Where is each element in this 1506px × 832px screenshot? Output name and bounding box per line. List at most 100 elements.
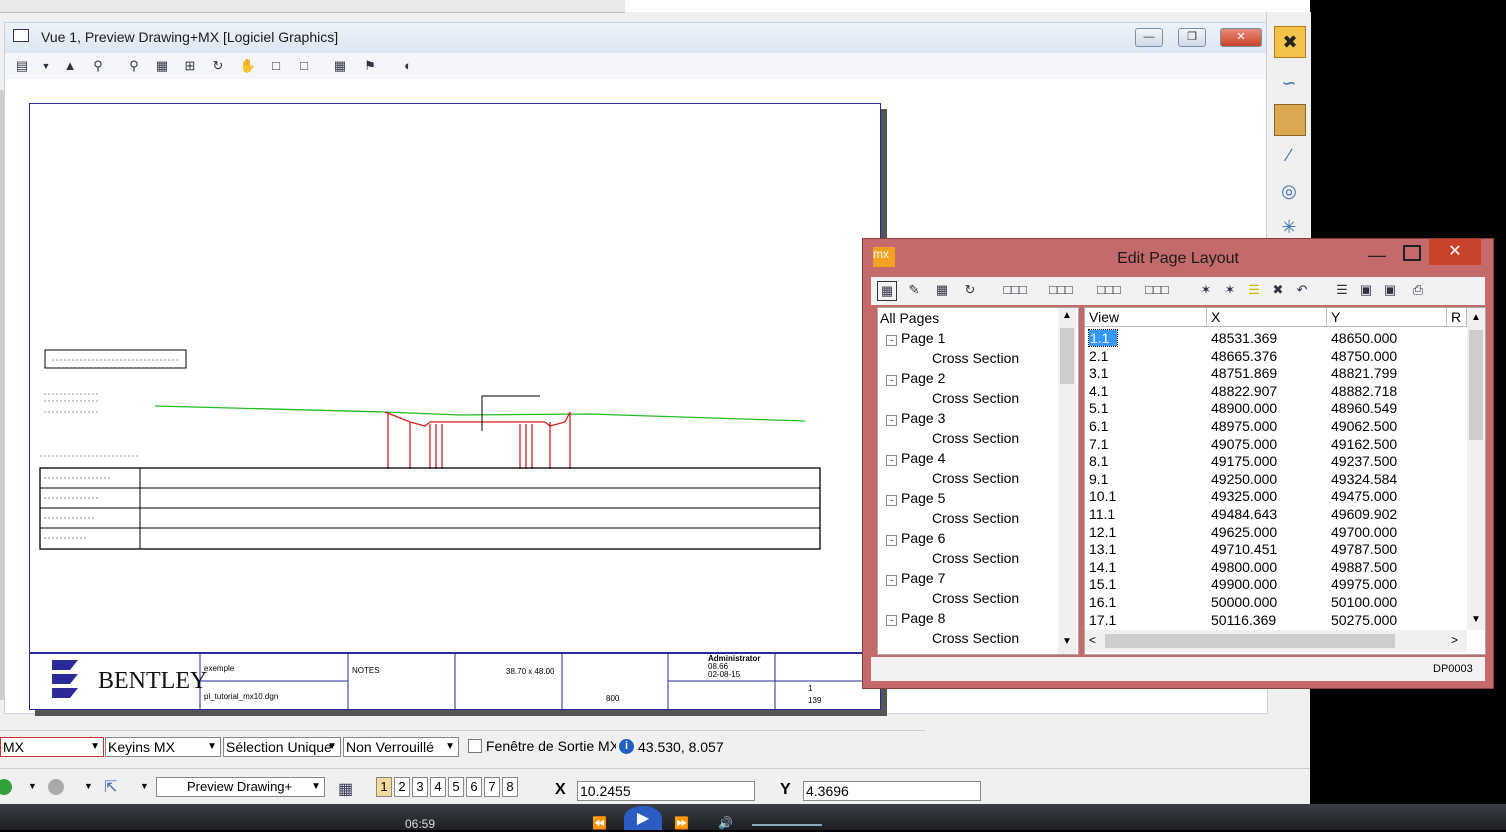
tree-cross-section-node[interactable]: Cross Section — [932, 628, 1019, 648]
tree-collapse-icon[interactable]: - — [886, 495, 897, 506]
zoom-in-icon[interactable]: ⚲ — [89, 57, 107, 75]
sheet-button-2[interactable]: 2 — [394, 777, 410, 797]
table-row[interactable]: 8.1 49175.000 49237.500 — [1085, 453, 1465, 471]
refresh-icon[interactable]: ↻ — [961, 281, 979, 299]
sheet-button-8[interactable]: 8 — [502, 777, 518, 797]
back-icon[interactable] — [0, 779, 12, 795]
grid-icon[interactable]: ▦ — [933, 281, 951, 299]
column-header-x[interactable]: X — [1207, 308, 1327, 327]
table-row[interactable]: 1.1 48531.369 48650.000 — [1085, 329, 1465, 348]
column-header-view[interactable]: View — [1085, 308, 1207, 327]
volume-slider[interactable] — [752, 824, 822, 826]
table-row[interactable]: 15.1 49900.000 49975.000 — [1085, 576, 1465, 594]
edit-icon[interactable]: ✎ — [905, 281, 923, 299]
target-tool-icon[interactable]: ◎ — [1274, 176, 1304, 206]
layout-3-icon[interactable]: □□□ — [1089, 281, 1129, 299]
update-view-icon[interactable]: ▲ — [61, 57, 79, 75]
tree-scroll-thumb[interactable] — [1060, 328, 1074, 384]
pan-view-icon[interactable]: ✋ — [239, 57, 257, 75]
tree-root[interactable]: All Pages — [880, 308, 939, 328]
sheet-button-5[interactable]: 5 — [448, 777, 464, 797]
dialog-minimize-button[interactable]: — — [1368, 245, 1386, 266]
table-row[interactable]: 13.1 49710.451 49787.500 — [1085, 541, 1465, 559]
layout-2-icon[interactable]: □□□ — [1041, 281, 1081, 299]
table-row[interactable]: 11.1 49484.643 49609.902 — [1085, 506, 1465, 524]
tree-page-node[interactable]: - Page 8 — [886, 608, 945, 628]
views-icon[interactable]: ▦ — [338, 779, 353, 799]
sheet-button-3[interactable]: 3 — [412, 777, 428, 797]
copy-view-icon[interactable]: ▦ — [331, 57, 349, 75]
tree-page-node[interactable]: - Page 4 — [886, 448, 945, 468]
view-next-icon[interactable]: □ — [295, 57, 313, 75]
tree-cross-section-node[interactable]: Cross Section — [932, 388, 1019, 408]
view-attributes-icon[interactable]: ⚑ — [361, 57, 379, 75]
tree-page-node[interactable]: - Page 6 — [886, 528, 945, 548]
highlight-icon[interactable]: ☰ — [1245, 281, 1263, 299]
tree-collapse-icon[interactable]: - — [886, 375, 897, 386]
y-coordinate-field[interactable]: 4.3696 — [803, 781, 981, 801]
grid-hscroll-thumb[interactable] — [1105, 634, 1395, 648]
tree-page-node[interactable]: - Page 1 — [886, 328, 945, 348]
table-row[interactable]: 10.1 49325.000 49475.000 — [1085, 488, 1465, 506]
tree-page-node[interactable]: - Page 3 — [886, 408, 945, 428]
grid-vscrollbar[interactable]: ▲ ▼ — [1467, 308, 1485, 630]
sheet-button-4[interactable]: 4 — [430, 777, 446, 797]
split-alt-icon[interactable]: ✶ — [1221, 281, 1239, 299]
split-icon[interactable]: ✶ — [1197, 281, 1215, 299]
table-row[interactable]: 12.1 49625.000 49700.000 — [1085, 524, 1465, 542]
curve-tool-icon[interactable]: ∽ — [1274, 68, 1304, 98]
grid-scroll-thumb[interactable] — [1469, 330, 1483, 440]
restore-button[interactable]: ❐ — [1178, 28, 1206, 47]
line-tool-icon[interactable]: ∕ — [1274, 140, 1304, 170]
view-previous-icon[interactable]: □ — [267, 57, 285, 75]
tree-page-node[interactable]: - Page 2 — [886, 368, 945, 388]
align-icon[interactable]: ☰ — [1333, 281, 1351, 299]
tool-settings-icon[interactable]: ✖ — [1274, 26, 1306, 58]
tree-collapse-icon[interactable]: - — [886, 335, 897, 346]
pointer-icon[interactable]: ⇱ — [104, 777, 117, 797]
table-row[interactable]: 3.1 48751.869 48821.799 — [1085, 365, 1465, 383]
tree-collapse-icon[interactable]: - — [886, 615, 897, 626]
tree-collapse-icon[interactable]: - — [886, 575, 897, 586]
tree-cross-section-node[interactable]: Cross Section — [932, 468, 1019, 488]
chevron-down-icon[interactable]: ▼ — [37, 57, 55, 75]
tree-cross-section-node[interactable]: Cross Section — [932, 548, 1019, 568]
print-icon[interactable]: ⎙ — [1409, 281, 1427, 299]
output-window-checkbox[interactable] — [468, 739, 482, 753]
tree-page-node[interactable]: - Page 5 — [886, 488, 945, 508]
sheet-button-1[interactable]: 1 — [376, 777, 392, 797]
merge-icon[interactable]: ✖ — [1269, 281, 1287, 299]
column-header-y[interactable]: Y — [1327, 308, 1447, 327]
sheet-button-6[interactable]: 6 — [466, 777, 482, 797]
table-row[interactable]: 9.1 49250.000 49324.584 — [1085, 471, 1465, 489]
tree-scrollbar[interactable]: ▲ ▼ — [1058, 308, 1076, 654]
table-row[interactable]: 4.1 48822.907 48882.718 — [1085, 383, 1465, 401]
keyins-combo[interactable]: Keyins MX ▼ — [105, 737, 221, 757]
table-row[interactable]: 16.1 50000.000 50100.000 — [1085, 594, 1465, 612]
save-as-icon[interactable]: ▣ — [1381, 281, 1399, 299]
lock-combo[interactable]: Non Verrouillé ▼ — [343, 737, 459, 757]
layout-4-icon[interactable]: □□□ — [1137, 281, 1177, 299]
undo-icon[interactable]: ↶ — [1293, 281, 1311, 299]
table-row[interactable]: 5.1 48900.000 48960.549 — [1085, 400, 1465, 418]
forward-icon[interactable] — [48, 779, 64, 795]
tree-collapse-icon[interactable]: - — [886, 455, 897, 466]
layout-1-icon[interactable]: □□□ — [995, 281, 1035, 299]
zoom-out-icon[interactable]: ⚲ — [125, 57, 143, 75]
table-row[interactable]: 7.1 49075.000 49162.500 — [1085, 436, 1465, 454]
rewind-icon[interactable]: ⏪ — [592, 816, 607, 830]
rotate-view-icon[interactable]: ↻ — [209, 57, 227, 75]
grid-hscrollbar[interactable]: < > — [1085, 630, 1467, 652]
tree-cross-section-node[interactable]: Cross Section — [932, 508, 1019, 528]
fast-forward-icon[interactable]: ⏩ — [674, 816, 689, 830]
tree-collapse-icon[interactable]: - — [886, 535, 897, 546]
table-row[interactable]: 17.1 50116.369 50275.000 — [1085, 612, 1465, 630]
fit-view-icon[interactable]: ⊞ — [181, 57, 199, 75]
play-icon[interactable]: ▶ — [624, 806, 662, 830]
view-selector-combo[interactable]: Preview Drawing+ ▼ — [156, 777, 325, 797]
mx-combo[interactable]: MX ▼ — [0, 737, 104, 757]
sheet-button-7[interactable]: 7 — [484, 777, 500, 797]
tree-cross-section-node[interactable]: Cross Section — [932, 588, 1019, 608]
dialog-maximize-button[interactable] — [1403, 245, 1421, 261]
chevron-down-icon[interactable]: ▼ — [84, 781, 93, 791]
